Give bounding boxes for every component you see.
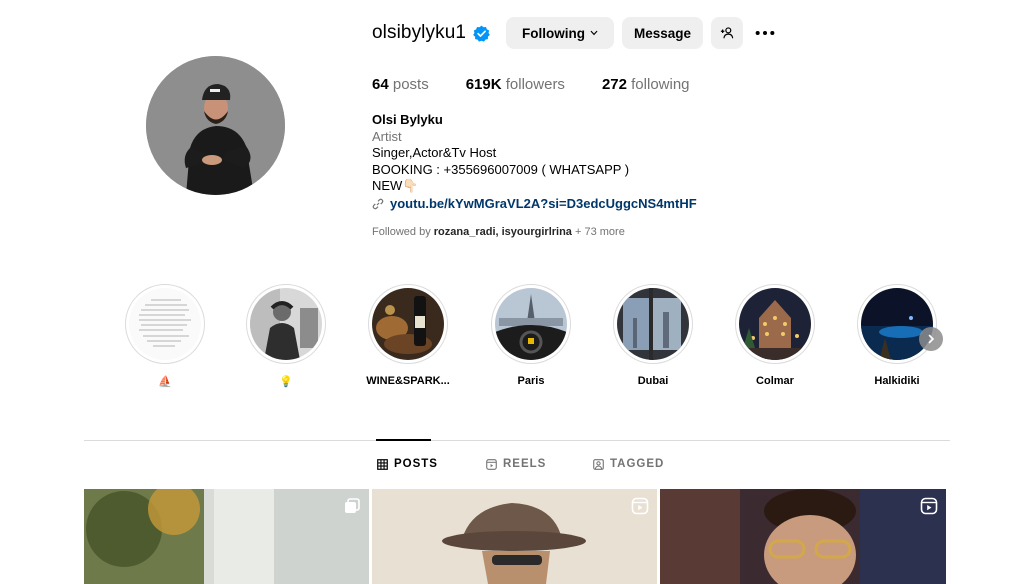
post-image: [84, 489, 369, 584]
highlight-label: 💡: [279, 376, 293, 388]
profile-username: olsibylyku1: [372, 22, 467, 43]
profile-avatar[interactable]: [146, 56, 285, 195]
highlight-image: [372, 288, 444, 360]
highlight-image: [495, 288, 567, 360]
tab-reels-label: REELS: [503, 458, 547, 470]
bio-category: Artist: [372, 128, 402, 144]
post-image: [372, 489, 657, 584]
posts-stat: 64 posts: [372, 76, 429, 93]
highlight-cover[interactable]: [491, 284, 571, 364]
more-options-icon[interactable]: [753, 17, 777, 49]
suggest-users-button[interactable]: [711, 17, 744, 49]
bio-line-3: NEW👇🏻: [372, 178, 419, 193]
active-tab-indicator: [376, 439, 431, 441]
followers-stat[interactable]: 619K followers: [466, 76, 565, 93]
link-icon: [372, 198, 384, 210]
highlight-item[interactable]: WINE&SPARK...: [363, 284, 453, 387]
followed-by[interactable]: Followed by rozana_radi, isyourgirlrina …: [372, 226, 625, 238]
profile-stats: 64 posts 619K followers 272 following: [372, 76, 727, 93]
message-button[interactable]: Message: [622, 17, 704, 49]
following-button[interactable]: Following: [506, 17, 615, 49]
highlight-image: [129, 288, 201, 360]
highlight-item[interactable]: Colmar: [730, 284, 820, 387]
highlights-next-button[interactable]: [919, 327, 943, 351]
post-thumbnail[interactable]: [660, 489, 946, 584]
verified-badge-icon: [473, 25, 490, 42]
tagged-icon: [593, 458, 604, 470]
message-button-label: Message: [634, 25, 692, 41]
bio-link-text: youtu.be/kYwMGraVL2A?si=D3edcUggcNS4mtHF: [390, 195, 697, 211]
bio-line-2: BOOKING : +355696007009 ( WHATSAPP ): [372, 161, 630, 177]
followed-by-prefix: Followed by: [372, 226, 431, 238]
highlight-label: ⛵: [158, 376, 172, 388]
highlight-label: Colmar: [756, 375, 794, 387]
highlight-cover[interactable]: [246, 284, 326, 364]
chevron-right-icon: [928, 334, 935, 344]
tab-tagged[interactable]: TAGGED: [593, 458, 664, 470]
highlight-cover[interactable]: [125, 284, 205, 364]
tab-reels[interactable]: REELS: [486, 458, 546, 470]
highlight-label: Paris: [517, 375, 545, 387]
chevron-down-icon: [590, 30, 598, 36]
followed-by-suffix: + 73 more: [574, 226, 625, 238]
following-label: following: [631, 76, 690, 93]
highlight-item[interactable]: Paris: [486, 284, 576, 387]
highlight-item[interactable]: ⛵: [120, 284, 210, 388]
tab-posts-label: POSTS: [394, 458, 438, 470]
posts-count: 64: [372, 76, 389, 93]
highlight-cover[interactable]: [613, 284, 693, 364]
tab-tagged-label: TAGGED: [610, 458, 665, 470]
following-count: 272: [601, 76, 627, 93]
profile-tabs: POSTS REELS TAGGED: [0, 458, 1024, 474]
reels-icon: [920, 497, 938, 515]
post-thumbnail[interactable]: [84, 489, 369, 584]
avatar-image: [146, 56, 285, 195]
highlight-item[interactable]: Dubai: [608, 284, 698, 387]
highlight-image: [250, 288, 322, 360]
highlight-cover[interactable]: [368, 284, 448, 364]
add-user-icon: [720, 27, 734, 39]
highlight-label: Dubai: [637, 375, 669, 387]
highlight-image: [861, 288, 933, 360]
story-highlights: ⛵ 💡 WINE&SPARK... Paris Dubai Colmar Hal…: [120, 284, 950, 394]
grid-icon: [377, 458, 388, 470]
followed-by-users: rozana_radi, isyourgirlrina: [433, 226, 572, 238]
followers-count: 619K: [465, 76, 502, 93]
reels-icon: [486, 458, 497, 470]
bio-line-1: Singer,Actor&Tv Host: [372, 145, 497, 160]
highlight-cover[interactable]: [857, 284, 937, 364]
carousel-icon: [345, 498, 360, 513]
highlight-image: [617, 288, 689, 360]
highlight-image: [739, 288, 811, 360]
highlight-label: Halkidiki: [874, 375, 920, 387]
following-button-label: Following: [522, 25, 586, 41]
tab-posts[interactable]: POSTS: [377, 458, 438, 470]
bio-full-name: Olsi Bylyku: [372, 112, 443, 127]
profile-header-row: olsibylyku1 Following Message: [372, 17, 777, 49]
bio-link[interactable]: youtu.be/kYwMGraVL2A?si=D3edcUggcNS4mtHF: [372, 196, 697, 213]
reels-icon: [631, 497, 649, 515]
highlight-cover[interactable]: [735, 284, 815, 364]
followers-label: followers: [505, 76, 565, 93]
tabs-divider: [84, 440, 950, 441]
profile-bio: Olsi Bylyku Artist Singer,Actor&Tv Host …: [372, 112, 697, 212]
post-thumbnail[interactable]: [372, 489, 657, 584]
posts-label: posts: [392, 76, 429, 93]
following-stat[interactable]: 272 following: [602, 76, 690, 93]
highlight-label: WINE&SPARK...: [366, 375, 450, 387]
post-image: [660, 489, 946, 584]
highlight-item[interactable]: 💡: [241, 284, 331, 388]
